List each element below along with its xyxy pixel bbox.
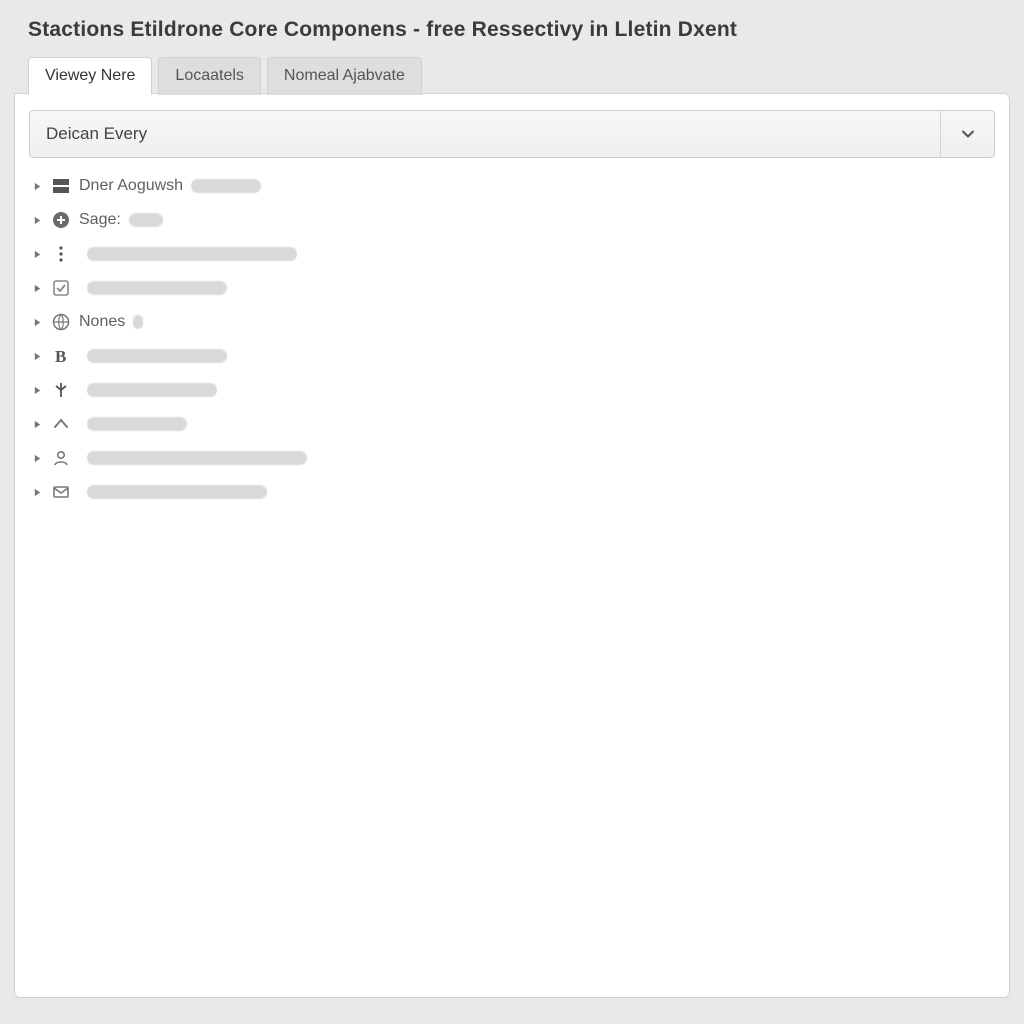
chevron-down-icon [940,111,994,157]
expand-icon[interactable] [31,214,43,226]
placeholder-text [87,281,227,295]
tab-nomenal[interactable]: Nomeal Ajabvate [267,57,422,95]
combo-label: Deican Every [46,124,147,144]
tree-item-label: Nones [79,313,125,331]
tab-locatas[interactable]: Locaatels [158,57,261,95]
tree-item-label: Sage: [79,211,121,229]
tree-item-6[interactable] [31,378,995,402]
placeholder-text [87,349,227,363]
mail-icon [51,482,71,502]
combo-deican[interactable]: Deican Every [29,110,995,158]
bold-b-icon: B [51,346,71,366]
dots-icon [51,244,71,264]
page-root: Stactions Etildrone Core Componens - fre… [0,0,1024,1012]
globe-icon [51,312,71,332]
placeholder-text [87,485,267,499]
tab-bar: Viewey Nere Locaatels Nomeal Ajabvate [14,56,1010,94]
caret-up-icon [51,414,71,434]
expand-icon[interactable] [31,316,43,328]
expand-icon[interactable] [31,486,43,498]
checkbox-icon [51,278,71,298]
expand-icon[interactable] [31,282,43,294]
placeholder-text [191,179,261,193]
expand-icon[interactable] [31,452,43,464]
tree-item-label: Dner Aoguwsh [79,177,183,195]
user-icon [51,448,71,468]
tree-item-7[interactable] [31,412,995,436]
placeholder-text [87,451,307,465]
placeholder-text [129,213,163,227]
tree-item-8[interactable] [31,446,995,470]
expand-icon[interactable] [31,350,43,362]
main-panel: Deican Every Dner Aoguwsh Sa [14,93,1010,998]
branch-icon [51,380,71,400]
page-title: Stactions Etildrone Core Componens - fre… [14,18,1010,56]
placeholder-text [87,383,217,397]
placeholder-text [87,247,297,261]
tree-item-2[interactable] [31,242,995,266]
tree-item-nones[interactable]: Nones [31,310,995,334]
tree-view: Dner Aoguwsh Sage: [29,174,995,504]
expand-icon[interactable] [31,418,43,430]
tab-viewey[interactable]: Viewey Nere [28,57,152,95]
tree-item-3[interactable] [31,276,995,300]
tree-item-5[interactable]: B [31,344,995,368]
placeholder-text [87,417,187,431]
placeholder-text [133,315,143,329]
tree-item-dner[interactable]: Dner Aoguwsh [31,174,995,198]
tree-item-9[interactable] [31,480,995,504]
expand-icon[interactable] [31,180,43,192]
svg-text:B: B [55,347,66,366]
expand-icon[interactable] [31,384,43,396]
expand-icon[interactable] [31,248,43,260]
circle-plus-icon [51,210,71,230]
tree-item-sage[interactable]: Sage: [31,208,995,232]
layout-icon [51,176,71,196]
